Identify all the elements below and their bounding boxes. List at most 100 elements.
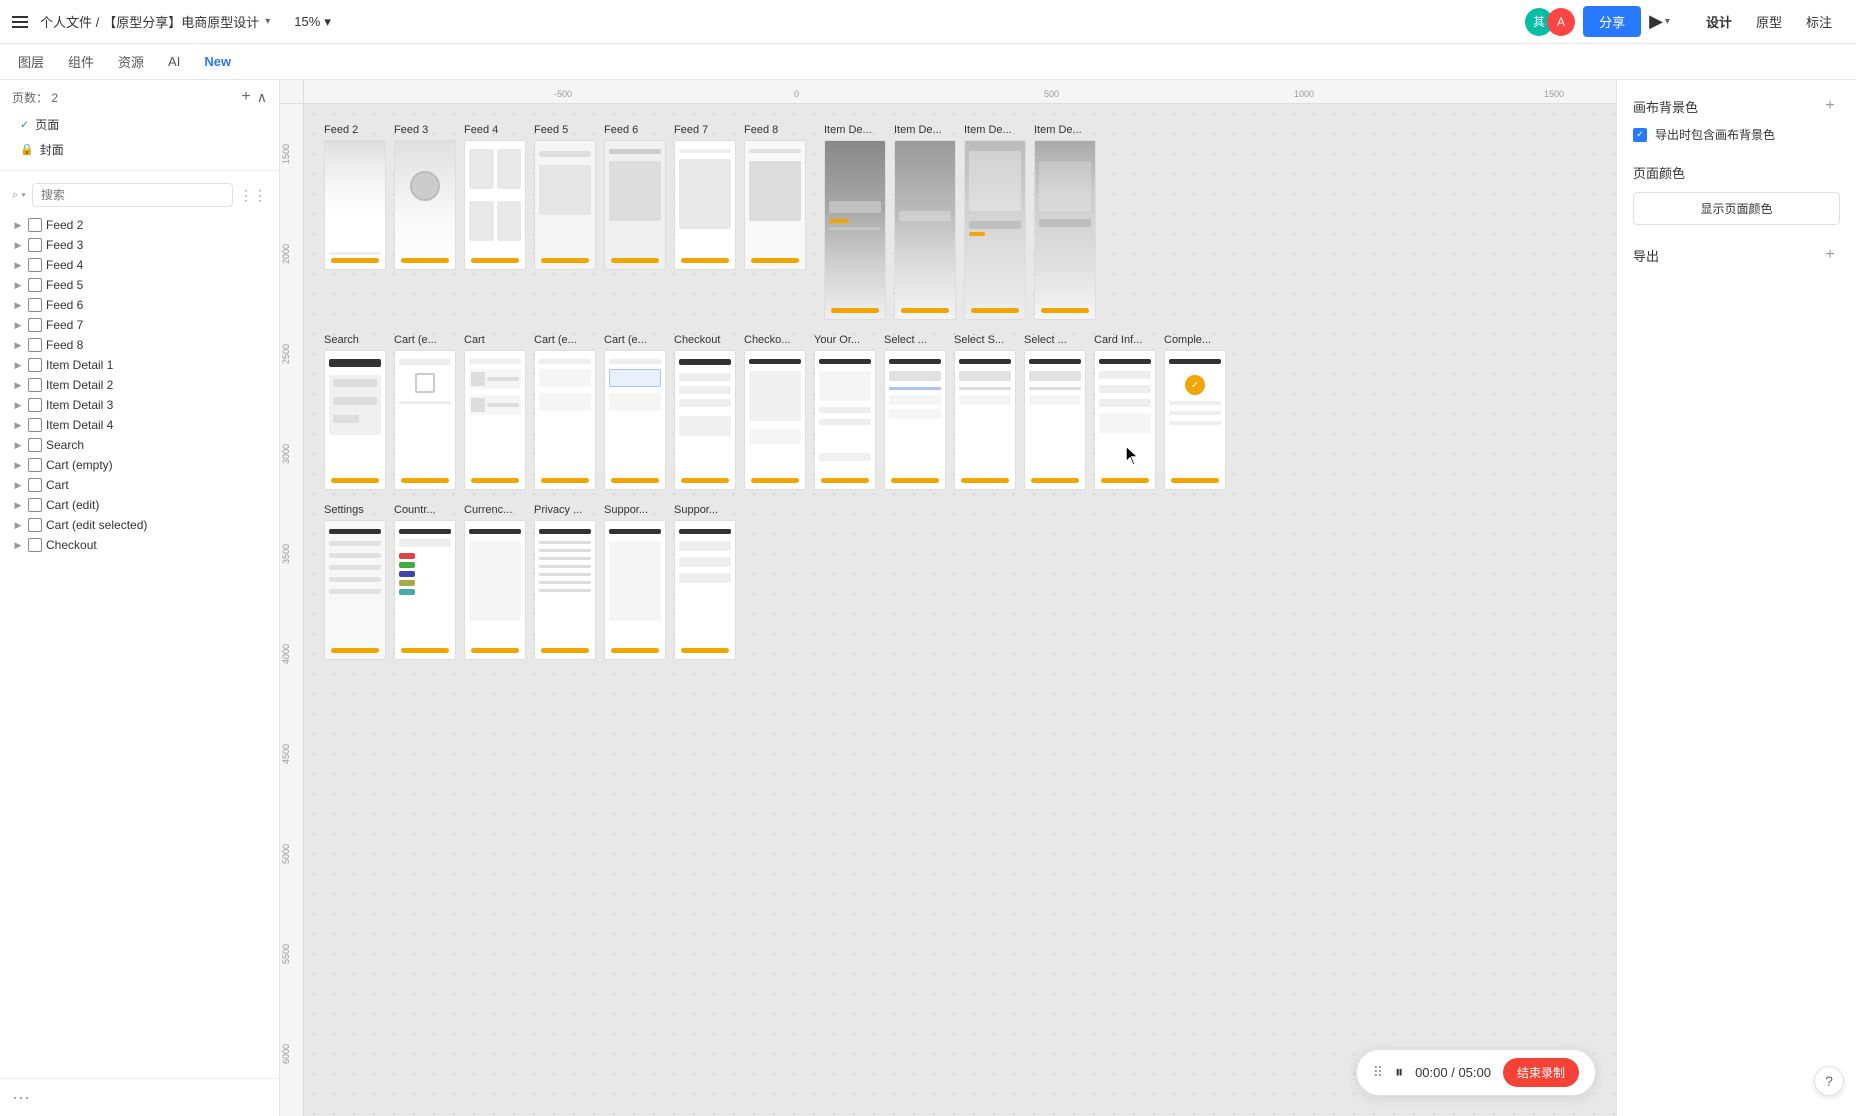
show-color-button[interactable]: 显示页面颜色 [1633,192,1840,225]
tab-layers[interactable]: 图层 [8,48,54,75]
frame-privacy[interactable]: Privacy ... [534,504,596,660]
frame-thumb[interactable] [324,520,386,660]
frame-thumb[interactable] [464,520,526,660]
layer-feed2[interactable]: ▶ Feed 2 [0,215,279,235]
frame-itemdetail4[interactable]: Item De... [1034,124,1096,320]
layer-feed5[interactable]: ▶ Feed 5 [0,275,279,295]
frame-thumb[interactable] [394,520,456,660]
frame-yourorder[interactable]: Your Or... [814,334,876,490]
frame-cardinfo[interactable]: Card Inf... [1094,334,1156,490]
frame-selects[interactable]: Select S... [954,334,1016,490]
frame-search[interactable]: Search [324,334,386,490]
recording-dots-icon[interactable]: ⠿ [1373,1064,1383,1081]
frame-carteditsel[interactable]: Cart (e... [604,334,666,490]
canvas-bg-add-icon[interactable]: + [1820,96,1840,116]
frame-thumb[interactable] [604,140,666,270]
tab-components[interactable]: 组件 [58,48,104,75]
frame-feed4[interactable]: Feed 4 [464,124,526,270]
help-button[interactable]: ? [1814,1066,1844,1096]
frame-feed2[interactable]: Feed 2 [324,124,386,270]
collapse-pages-icon[interactable]: ∧ [257,89,267,106]
layer-search[interactable]: ▶ Search [0,435,279,455]
frame-country[interactable]: Countr... [394,504,456,660]
layer-itemdetail3[interactable]: ▶ Item Detail 3 [0,395,279,415]
frame-thumb[interactable] [1034,140,1096,320]
layer-feed7[interactable]: ▶ Feed 7 [0,315,279,335]
frame-thumb[interactable] [674,350,736,490]
frame-thumb[interactable] [324,140,386,270]
play-dropdown-icon[interactable]: ▾ [1665,16,1670,27]
frame-feed7[interactable]: Feed 7 [674,124,736,270]
frame-thumb[interactable] [534,520,596,660]
canvas-bg-checkbox[interactable]: ✓ [1633,128,1647,142]
frame-itemdetail2[interactable]: Item De... [894,124,956,320]
frame-thumb[interactable] [954,350,1016,490]
page-item-page[interactable]: ✓ 页面 [12,112,267,137]
frame-settings[interactable]: Settings [324,504,386,660]
frame-select2[interactable]: Select ... [1024,334,1086,490]
frame-thumb[interactable] [534,350,596,490]
frame-select1[interactable]: Select ... [884,334,946,490]
frame-cartedit[interactable]: Cart (e... [534,334,596,490]
tab-assets[interactable]: 资源 [108,48,154,75]
frame-cart[interactable]: Cart [464,334,526,490]
frame-thumb[interactable] [324,350,386,490]
frame-thumb[interactable] [534,140,596,270]
layer-itemdetail2[interactable]: ▶ Item Detail 2 [0,375,279,395]
canvas[interactable]: Feed 2 Feed 3 [304,104,1616,1116]
layer-feed8[interactable]: ▶ Feed 8 [0,335,279,355]
tab-design[interactable]: 设计 [1694,8,1744,35]
layer-cart[interactable]: ▶ Cart [0,475,279,495]
frame-feed5[interactable]: Feed 5 [534,124,596,270]
frame-thumb[interactable] [394,350,456,490]
play-button[interactable]: ▶ ▾ [1641,7,1678,36]
frame-thumb[interactable] [824,140,886,320]
frame-thumb[interactable] [604,520,666,660]
frame-feed8[interactable]: Feed 8 [744,124,806,270]
collapse-layers-icon[interactable]: ⋮⋮ [239,187,267,204]
breadcrumb-title[interactable]: 【原型分享】电商原型设计 [103,12,259,31]
tab-ai[interactable]: AI [158,50,190,73]
tab-new[interactable]: New [194,50,241,73]
frame-currency[interactable]: Currenc... [464,504,526,660]
page-item-cover[interactable]: 🔒 封面 [12,137,267,162]
frame-cartempty[interactable]: Cart (e... [394,334,456,490]
frame-complete[interactable]: Comple... ✓ [1164,334,1226,490]
hamburger-menu-icon[interactable] [12,12,32,32]
share-button[interactable]: 分享 [1583,6,1641,37]
layer-itemdetail4[interactable]: ▶ Item Detail 4 [0,415,279,435]
layer-cartempty[interactable]: ▶ Cart (empty) [0,455,279,475]
layer-itemdetail1[interactable]: ▶ Item Detail 1 [0,355,279,375]
tab-mark[interactable]: 标注 [1794,8,1844,35]
frame-thumb[interactable] [674,520,736,660]
frame-support2[interactable]: Suppor... [674,504,736,660]
frame-thumb[interactable] [674,140,736,270]
frame-thumb[interactable] [744,350,806,490]
frame-thumb[interactable] [964,140,1026,320]
recording-pause-icon[interactable]: ⏸ [1395,1064,1403,1082]
stop-recording-button[interactable]: 结束录制 [1503,1058,1579,1087]
search-input[interactable] [32,183,233,207]
layer-feed6[interactable]: ▶ Feed 6 [0,295,279,315]
frame-thumb[interactable] [604,350,666,490]
frame-thumb[interactable] [744,140,806,270]
layer-checkout[interactable]: ▶ Checkout [0,535,279,555]
breadcrumb-dropdown-icon[interactable]: ▾ [265,16,270,27]
more-options-icon[interactable]: ··· [12,1087,30,1107]
search-dropdown-icon[interactable]: ⌕ ▾ [12,189,26,202]
layer-feed3[interactable]: ▶ Feed 3 [0,235,279,255]
frame-itemdetail3[interactable]: Item De... [964,124,1026,320]
frame-thumb[interactable] [1094,350,1156,490]
tab-prototype[interactable]: 原型 [1744,8,1794,35]
frame-thumb[interactable] [394,140,456,270]
frame-thumb[interactable] [1024,350,1086,490]
frame-thumb[interactable] [464,350,526,490]
frame-thumb[interactable] [894,140,956,320]
export-add-icon[interactable]: + [1820,245,1840,265]
frame-thumb[interactable] [464,140,526,270]
frame-itemdetail1[interactable]: Item De... [824,124,886,320]
frame-checkout2[interactable]: Checko... [744,334,806,490]
frame-thumb[interactable] [884,350,946,490]
add-page-icon[interactable]: + [241,88,250,106]
frame-thumb[interactable]: ✓ [1164,350,1226,490]
